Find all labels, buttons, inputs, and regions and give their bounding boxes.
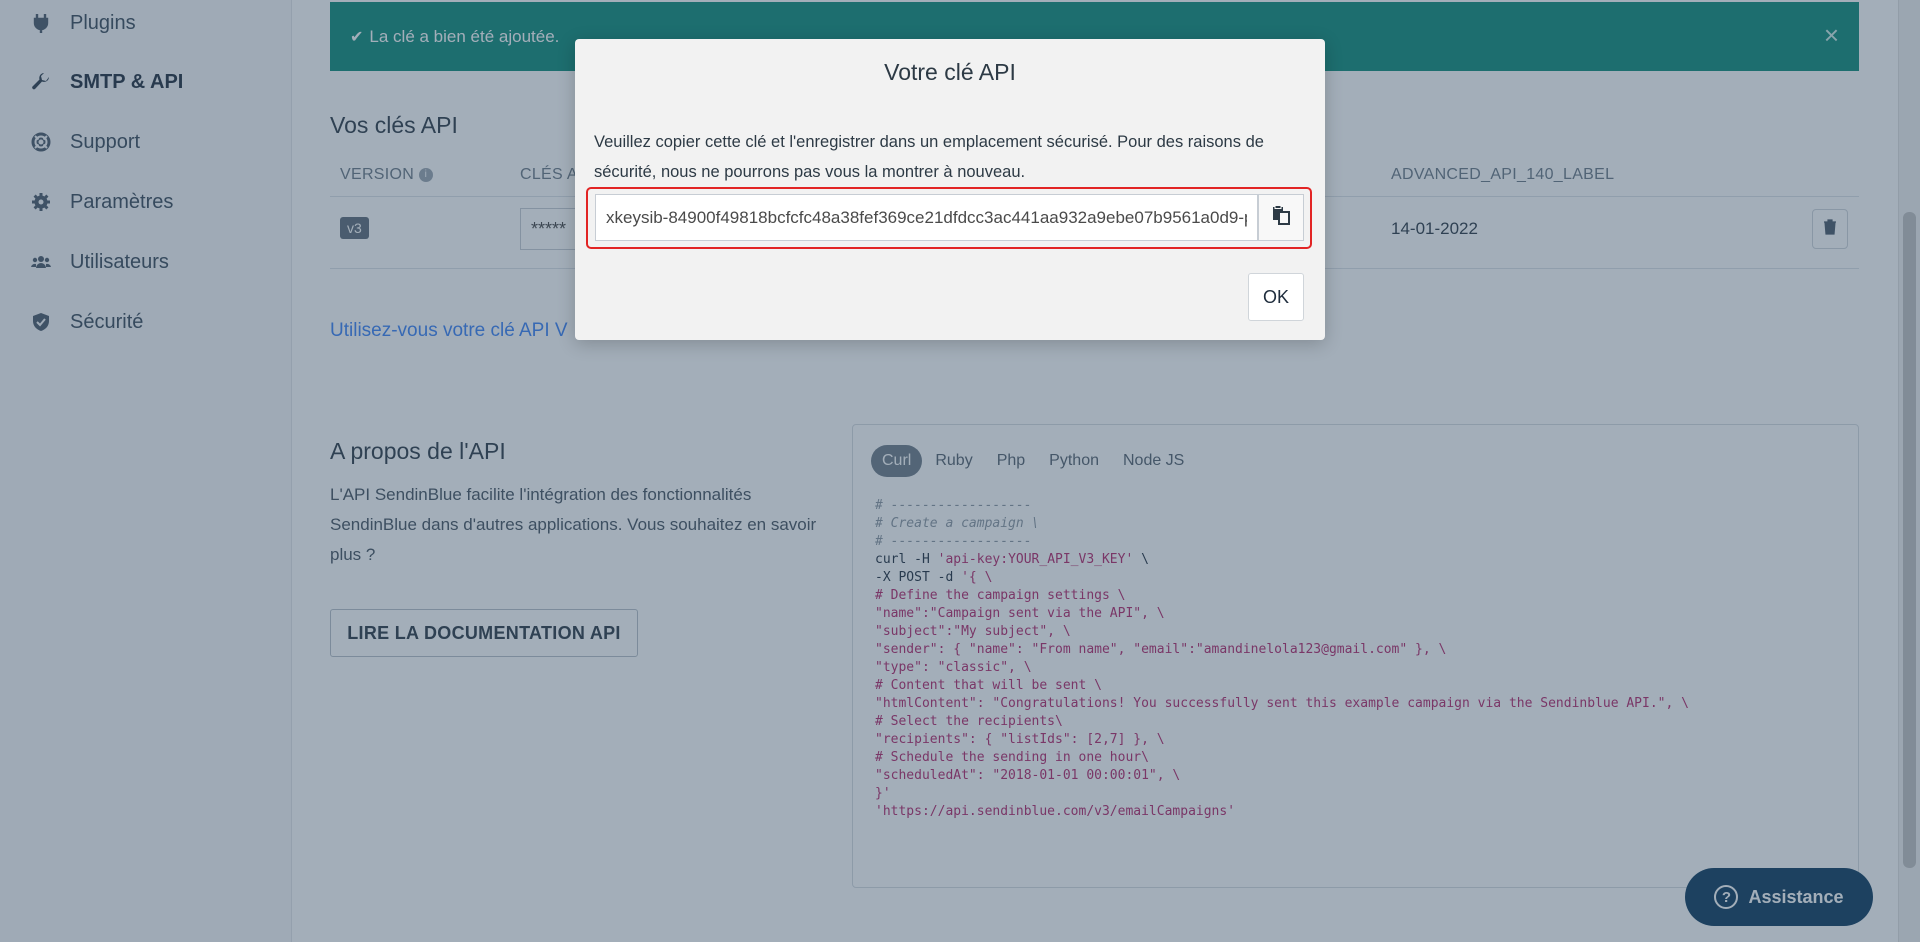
copy-key-button[interactable] (1258, 194, 1304, 241)
modal-message: Veuillez copier cette clé et l'enregistr… (594, 133, 1264, 181)
ok-button[interactable]: OK (1248, 273, 1304, 321)
modal-title: Votre clé API (884, 59, 1016, 85)
clipboard-icon (1272, 205, 1290, 230)
api-key-input[interactable] (595, 194, 1258, 241)
api-key-modal: Votre clé API Veuillez copier cette clé … (575, 39, 1325, 340)
